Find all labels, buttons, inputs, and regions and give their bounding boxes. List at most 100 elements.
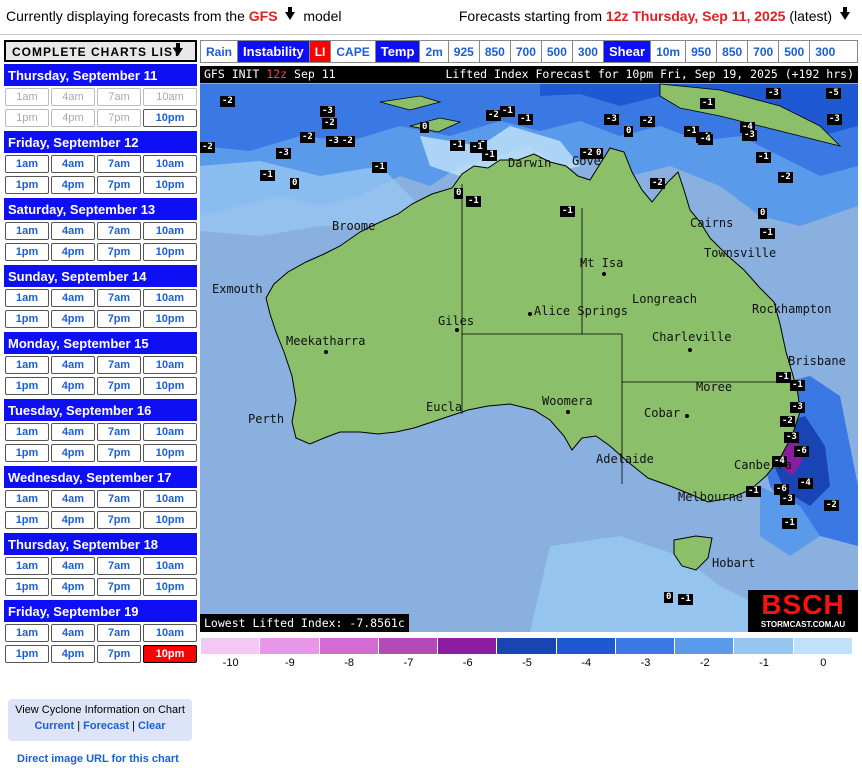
bsch-logo[interactable]: BSCH STORMCAST.COM.AU [748, 590, 858, 632]
time-slot-button[interactable]: 7pm [97, 444, 141, 462]
time-slot-button[interactable]: 10pm [143, 109, 197, 127]
time-slot-button[interactable]: 7pm [97, 243, 141, 261]
time-slot-button[interactable]: 7am [97, 222, 141, 240]
tab-cape[interactable]: CAPE [331, 41, 376, 62]
time-slot-button[interactable]: 1am [5, 155, 49, 173]
time-slot-button[interactable]: 7pm [97, 578, 141, 596]
time-slot-button[interactable]: 10am [143, 155, 197, 173]
time-slot-button[interactable]: 4pm [51, 511, 95, 529]
time-slot-button[interactable]: 4pm [51, 243, 95, 261]
time-slot-button[interactable]: 4pm [51, 176, 95, 194]
time-slot-button[interactable]: 7pm [97, 645, 141, 663]
time-slot-button[interactable]: 7am [97, 490, 141, 508]
run-label[interactable]: 12z Thursday, Sep 11, 2025 [606, 8, 786, 24]
direct-image-url-link[interactable]: Direct image URL for this chart [17, 753, 179, 765]
cyclone-current-link[interactable]: Current [34, 720, 74, 732]
tab-rain[interactable]: Rain [201, 41, 239, 62]
time-slot-button[interactable]: 1am [5, 423, 49, 441]
tab-700[interactable]: 700 [748, 41, 780, 62]
time-slot-button[interactable]: 4am [51, 423, 95, 441]
tab-300[interactable]: 300 [573, 41, 604, 62]
tab-shear[interactable]: Shear [603, 41, 652, 62]
tab-10m[interactable]: 10m [651, 41, 687, 62]
time-slot-button: 7am [97, 88, 141, 106]
tab-instability[interactable]: Instability [238, 41, 310, 62]
time-slot-button[interactable]: 10pm [143, 310, 197, 328]
time-slot-button[interactable]: 1am [5, 289, 49, 307]
tab-700[interactable]: 700 [511, 41, 542, 62]
time-slot-button[interactable]: 1pm [5, 176, 49, 194]
time-slot-button[interactable]: 10pm [143, 243, 197, 261]
tab-950[interactable]: 950 [686, 41, 718, 62]
time-slot-button[interactable]: 1am [5, 490, 49, 508]
time-slot-button[interactable]: 4am [51, 222, 95, 240]
time-slot-button[interactable]: 1pm [5, 511, 49, 529]
cyclone-forecast-link[interactable]: Forecast [83, 720, 129, 732]
tab-925[interactable]: 925 [449, 41, 480, 62]
tab-2m[interactable]: 2m [420, 41, 449, 62]
time-slot-button[interactable]: 1am [5, 356, 49, 374]
time-slot-button[interactable]: 4am [51, 490, 95, 508]
time-slot-button[interactable]: 10am [143, 557, 197, 575]
tab-temp[interactable]: Temp [375, 41, 421, 62]
time-slot-button[interactable]: 4pm [51, 377, 95, 395]
time-slot-button[interactable]: 10am [143, 222, 197, 240]
time-slot-button[interactable]: 1pm [5, 377, 49, 395]
time-slot-button[interactable]: 7pm [97, 176, 141, 194]
day-header: Sunday, September 14 [4, 265, 197, 287]
time-slot-button[interactable]: 7am [97, 557, 141, 575]
time-slot-button[interactable]: 7pm [97, 511, 141, 529]
time-slot-button[interactable]: 7am [97, 155, 141, 173]
time-slot-button[interactable]: 10pm [143, 176, 197, 194]
time-slot-button[interactable]: 4am [51, 356, 95, 374]
tab-850[interactable]: 850 [480, 41, 511, 62]
time-slot-button[interactable]: 4pm [51, 578, 95, 596]
time-slot-button[interactable]: 1pm [5, 444, 49, 462]
time-slot-button[interactable]: 1am [5, 624, 49, 642]
lifted-index-value: -3 [742, 130, 757, 141]
model-arrow-down-icon[interactable] [285, 7, 296, 20]
time-slot-button[interactable]: 10am [143, 490, 197, 508]
init-prefix: GFS INIT [204, 67, 260, 81]
time-slot-button[interactable]: 7am [97, 289, 141, 307]
time-slot-button[interactable]: 7am [97, 423, 141, 441]
cyclone-clear-link[interactable]: Clear [138, 720, 166, 732]
time-slot-button[interactable]: 1pm [5, 243, 49, 261]
time-slot-button[interactable]: 1pm [5, 645, 49, 663]
time-slot-button[interactable]: 7pm [97, 377, 141, 395]
tab-li[interactable]: LI [309, 41, 332, 62]
tab-300[interactable]: 300 [810, 41, 840, 62]
time-slot-button[interactable]: 4am [51, 289, 95, 307]
time-slot-button[interactable]: 4pm [51, 310, 95, 328]
time-slot-button[interactable]: 7am [97, 624, 141, 642]
lifted-index-value: -1 [518, 114, 533, 125]
model-header: Currently displaying forecasts from the … [0, 0, 862, 32]
time-slot-button[interactable]: 1pm [5, 310, 49, 328]
time-slot-button[interactable]: 10am [143, 423, 197, 441]
tab-500[interactable]: 500 [779, 41, 811, 62]
time-slot-button[interactable]: 4am [51, 624, 95, 642]
time-slot-button[interactable]: 10pm [143, 444, 197, 462]
tab-850[interactable]: 850 [717, 41, 749, 62]
time-slot-button[interactable]: 4am [51, 557, 95, 575]
time-slot-button[interactable]: 10pm [143, 377, 197, 395]
time-slot-button[interactable]: 1am [5, 557, 49, 575]
model-name[interactable]: GFS [249, 8, 278, 24]
time-slot-button[interactable]: 7am [97, 356, 141, 374]
complete-charts-list-button[interactable]: COMPLETE CHARTS LIST [4, 40, 197, 62]
time-slot-button[interactable]: 7pm [97, 310, 141, 328]
tab-500[interactable]: 500 [542, 41, 573, 62]
time-slot-button[interactable]: 10pm [143, 511, 197, 529]
run-arrow-down-icon[interactable] [840, 7, 850, 20]
time-slot-button[interactable]: 10am [143, 356, 197, 374]
time-slot-button[interactable]: 1pm [5, 578, 49, 596]
time-slot-button[interactable]: 10pm [143, 645, 197, 663]
time-slot-button[interactable]: 4am [51, 155, 95, 173]
time-slot-button[interactable]: 10am [143, 289, 197, 307]
time-slot-button[interactable]: 10pm [143, 578, 197, 596]
time-slot-button[interactable]: 1am [5, 222, 49, 240]
time-slot-button[interactable]: 10am [143, 624, 197, 642]
cyclone-info-label: View Cyclone Information on Chart [15, 704, 185, 716]
time-slot-button[interactable]: 4pm [51, 444, 95, 462]
time-slot-button[interactable]: 4pm [51, 645, 95, 663]
